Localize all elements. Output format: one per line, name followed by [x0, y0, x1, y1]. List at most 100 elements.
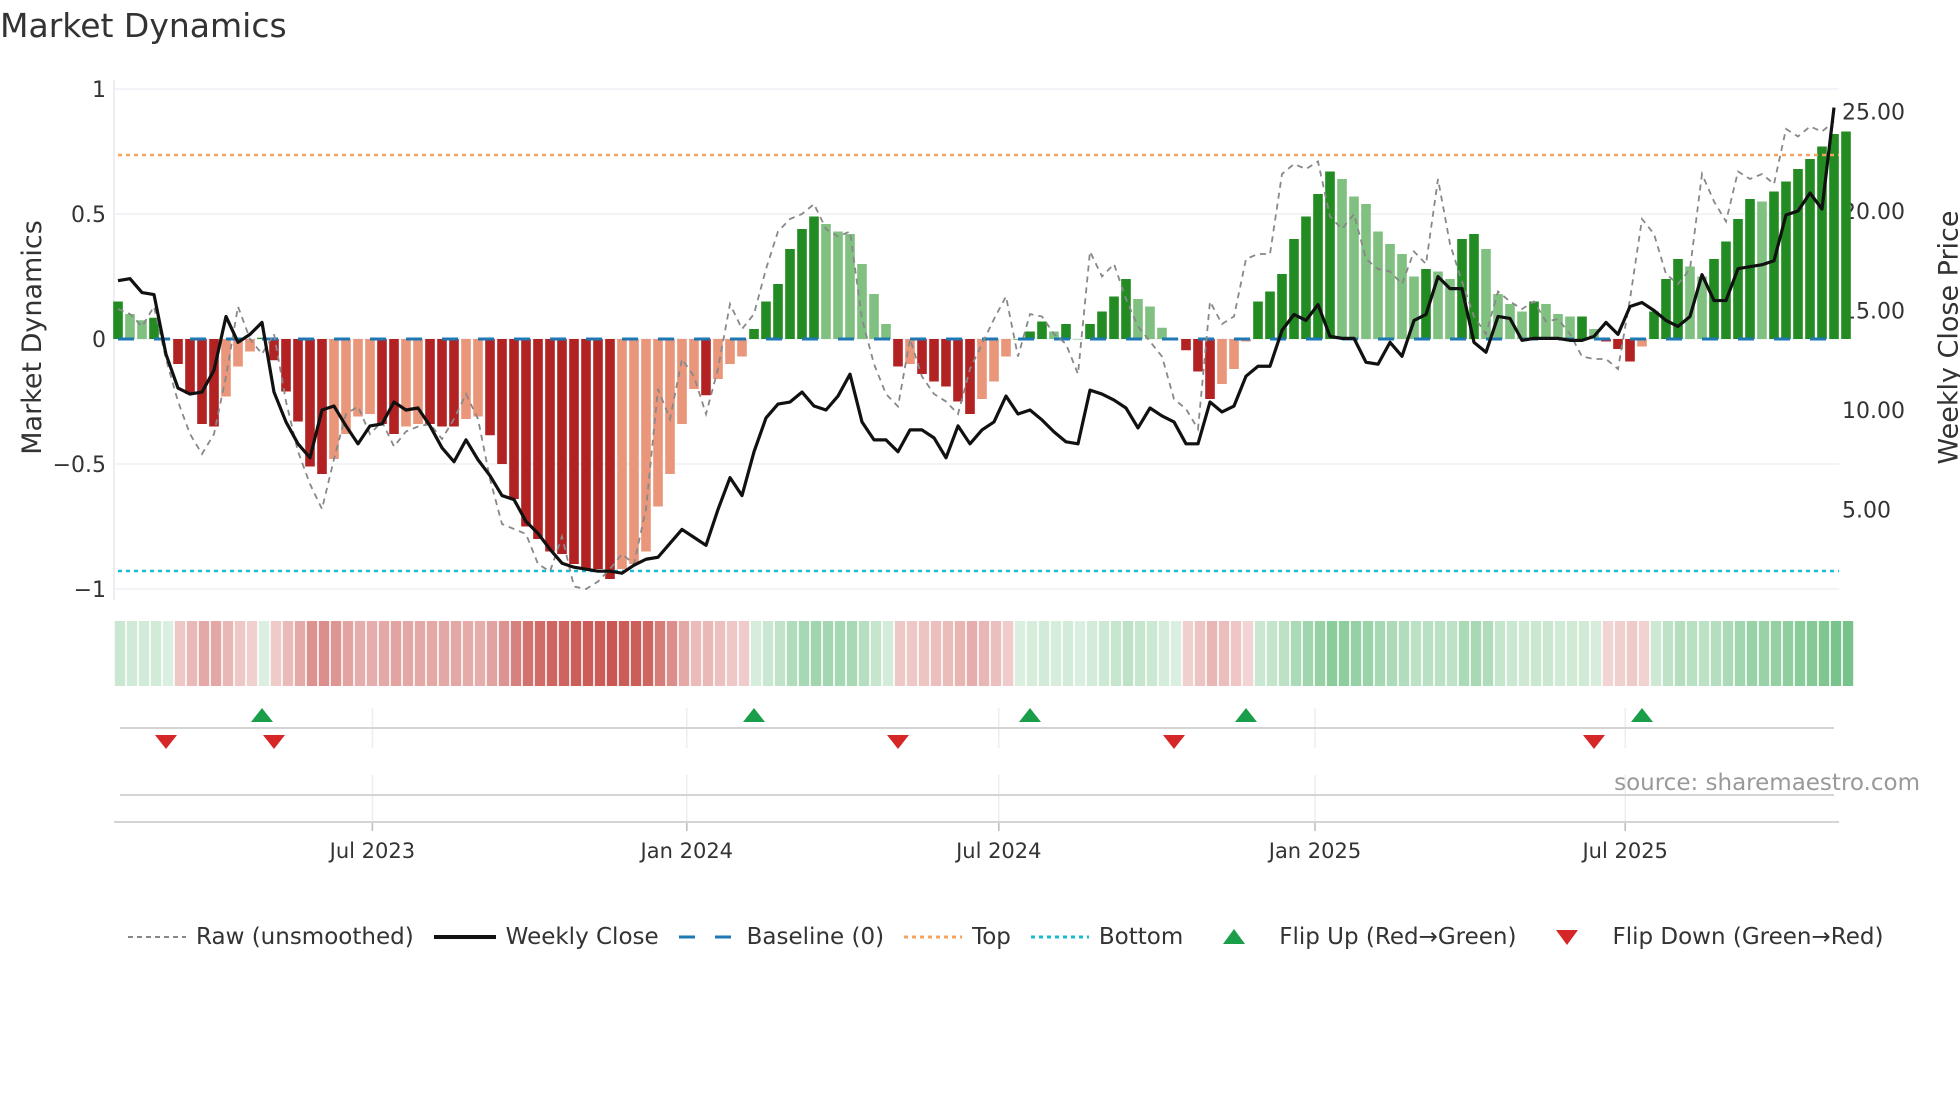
y2-tick-label: 5.00	[1842, 499, 1891, 524]
heat-strip-cell	[234, 621, 246, 686]
heat-strip-cell	[1110, 621, 1122, 686]
heat-strip-cell	[1842, 621, 1854, 686]
momentum-bar	[329, 339, 339, 459]
legend-close: Weekly Close	[433, 924, 659, 950]
momentum-bar	[701, 339, 711, 396]
heat-strip-cell	[1398, 621, 1410, 686]
y-tick-label: −1	[74, 578, 106, 603]
momentum-bar	[1145, 306, 1155, 339]
heat-strip-cell	[1206, 621, 1218, 686]
heat-strip-cell	[846, 621, 858, 686]
heat-strip-cell	[1686, 621, 1698, 686]
heat-strip-cell	[1350, 621, 1362, 686]
heat-strip-cell	[402, 621, 414, 686]
heat-strip-cell	[1506, 621, 1518, 686]
heat-strip-cell	[1158, 621, 1170, 686]
momentum-bar	[1097, 311, 1107, 339]
momentum-bar	[461, 339, 471, 419]
momentum-bar	[125, 314, 135, 339]
heat-strip-cell	[594, 621, 606, 686]
momentum-bar	[533, 339, 543, 539]
momentum-bar	[857, 264, 867, 339]
heat-strip-cell	[1710, 621, 1722, 686]
heat-strip-cell	[906, 621, 918, 686]
heat-strip-cell	[1626, 621, 1638, 686]
heat-strip-cell	[918, 621, 930, 686]
heat-strip-cell	[1818, 621, 1830, 686]
heat-strip-cell	[138, 621, 150, 686]
heat-strip-cell	[186, 621, 198, 686]
heat-strip-cell	[1338, 621, 1350, 686]
momentum-bar	[713, 339, 723, 379]
heat-strip-cell	[1554, 621, 1566, 686]
legend-bottom: Bottom	[1030, 924, 1183, 950]
heat-strip-cell	[258, 621, 270, 686]
heat-strip-cell	[798, 621, 810, 686]
momentum-bar	[1397, 254, 1407, 339]
momentum-bar	[473, 339, 483, 417]
momentum-bar	[749, 329, 759, 339]
heat-strip-cell	[1614, 621, 1626, 686]
momentum-bar	[821, 224, 831, 339]
heat-strip-cell	[378, 621, 390, 686]
heat-strip-cell	[1302, 621, 1314, 686]
heat-strip-cell	[1806, 621, 1818, 686]
heat-strip-cell	[1242, 621, 1254, 686]
legend-raw-label: Raw (unsmoothed)	[196, 924, 414, 950]
momentum-bar	[1829, 134, 1839, 339]
heat-strip-cell	[438, 621, 450, 686]
momentum-bar	[1793, 169, 1803, 339]
heat-strip-cell	[558, 621, 570, 686]
momentum-bar	[1625, 339, 1635, 362]
heat-strip-cell	[1290, 621, 1302, 686]
heat-strip-cell	[414, 621, 426, 686]
momentum-bar	[1373, 231, 1383, 339]
heat-strip-cell	[882, 621, 894, 686]
y-tick-label: 0	[92, 328, 106, 353]
heat-strip-cell	[222, 621, 234, 686]
momentum-bar	[893, 339, 903, 367]
legend: Raw (unsmoothed) Weekly Close Baseline (…	[128, 924, 1903, 950]
momentum-bar	[1217, 339, 1227, 384]
momentum-bar	[1481, 249, 1491, 339]
heat-strip-cell	[678, 621, 690, 686]
momentum-bar	[785, 249, 795, 339]
y2-tick-label: 15.00	[1842, 300, 1905, 325]
momentum-bar	[1529, 301, 1539, 339]
heat-strip-cell	[1458, 621, 1470, 686]
dashed-line-icon	[128, 936, 186, 938]
heat-strip-cell	[606, 621, 618, 686]
triangle-down-icon	[1556, 930, 1579, 945]
heat-strip-cell	[1494, 621, 1506, 686]
dotted-line-icon	[904, 935, 963, 939]
momentum-bar	[617, 339, 627, 569]
heat-strip-cell	[486, 621, 498, 686]
heat-strip-cell	[1590, 621, 1602, 686]
momentum-bar	[185, 339, 195, 394]
heat-strip-cell	[750, 621, 762, 686]
momentum-bar	[437, 339, 447, 427]
momentum-bar	[1757, 201, 1767, 339]
momentum-bar	[1001, 339, 1011, 357]
heat-strip-cell	[810, 621, 822, 686]
heat-strip-cell	[294, 621, 306, 686]
heat-strip-cell	[774, 621, 786, 686]
heat-strip-cell	[1218, 621, 1230, 686]
momentum-bar	[1361, 204, 1371, 339]
heat-strip-cell	[1050, 621, 1062, 686]
heat-strip-cell	[1422, 621, 1434, 686]
heat-strip-cell	[1674, 621, 1686, 686]
momentum-bar	[869, 294, 879, 339]
momentum-bar	[1661, 279, 1671, 339]
momentum-bar	[245, 339, 255, 352]
momentum-bar	[977, 339, 987, 399]
momentum-bar	[629, 339, 639, 564]
legend-flip-up: Flip Up (Red→Green)	[1223, 924, 1516, 950]
heat-strip-cell	[1374, 621, 1386, 686]
momentum-bar	[521, 339, 531, 527]
heat-strip-cell	[1446, 621, 1458, 686]
x-tick-label: Jan 2024	[639, 839, 734, 863]
momentum-bar	[1325, 171, 1335, 339]
legend-top: Top	[904, 924, 1011, 950]
momentum-bar	[689, 339, 699, 389]
